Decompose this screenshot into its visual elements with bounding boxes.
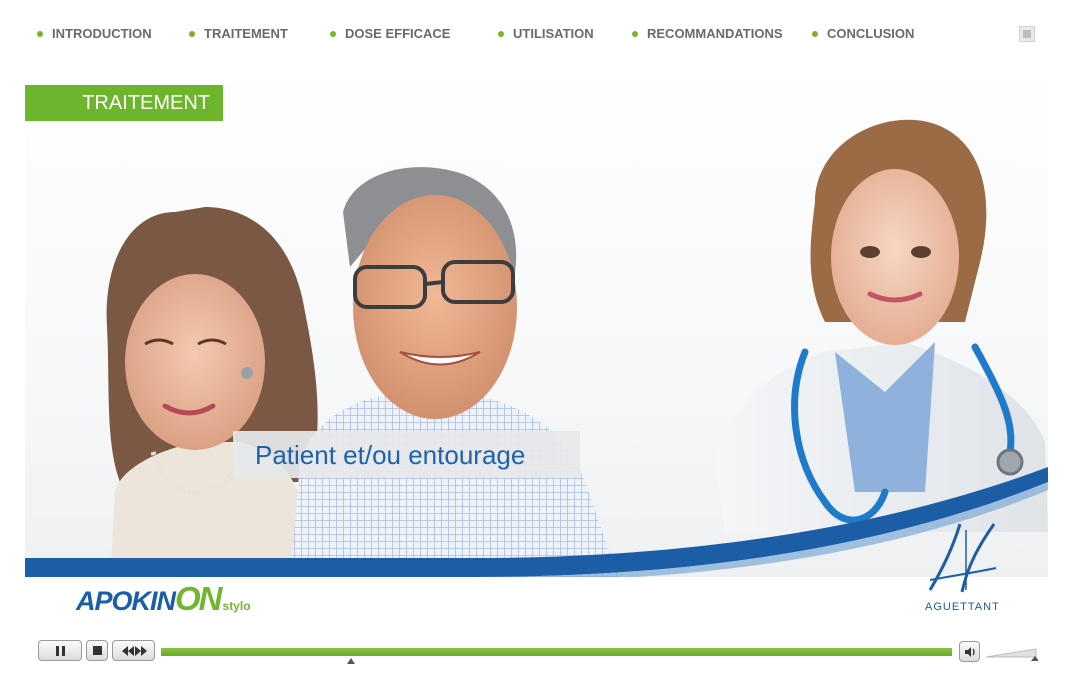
nav-item-label: INTRODUCTION <box>52 26 152 41</box>
woman-face <box>125 274 265 450</box>
logo-text-accent: ON <box>175 580 222 617</box>
stop-icon <box>93 646 102 655</box>
bullet-icon <box>330 30 336 37</box>
bullet-icon <box>812 30 818 37</box>
man-body <box>290 392 620 582</box>
bullet-icon <box>37 30 43 37</box>
top-navigation: INTRODUCTION TRAITEMENT DOSE EFFICACE UT… <box>0 0 1065 62</box>
bullet-icon <box>498 30 504 37</box>
logo-text-main: APOKIN <box>76 586 176 616</box>
apokinon-logo: APOKINON stylo <box>76 580 251 618</box>
people-photo <box>25 119 1048 582</box>
nav-item-conclusion[interactable]: CONCLUSION <box>812 26 914 41</box>
bullet-icon <box>632 30 638 37</box>
volume-button[interactable] <box>959 641 980 662</box>
doctor-face <box>831 169 959 345</box>
nav-item-label: DOSE EFFICACE <box>345 26 451 41</box>
slide-caption: Patient et/ou entourage <box>233 431 580 478</box>
rewind-forward-icon <box>122 646 147 656</box>
bullet-icon <box>189 30 195 37</box>
progress-fill <box>161 648 952 656</box>
nav-item-label: TRAITEMENT <box>204 26 288 41</box>
speaker-icon <box>965 647 975 657</box>
logo-text-suffix: stylo <box>222 599 251 613</box>
pause-button[interactable] <box>38 640 82 661</box>
nav-item-dose-efficace[interactable]: DOSE EFFICACE <box>330 26 450 41</box>
company-name: AGUETTANT <box>925 601 1000 613</box>
stop-button[interactable] <box>86 640 108 661</box>
seek-buttons[interactable] <box>112 640 155 661</box>
nav-item-label: UTILISATION <box>513 26 594 41</box>
chapter-marker[interactable] <box>347 658 355 664</box>
progress-bar[interactable] <box>161 648 952 656</box>
player-controls <box>0 636 1065 682</box>
nav-item-recommandations[interactable]: RECOMMANDATIONS <box>632 26 783 41</box>
pause-icon <box>56 646 65 656</box>
slide-area: TRAITEMENT Patient et/ou entourage APOKI… <box>25 62 1048 634</box>
nav-item-introduction[interactable]: INTRODUCTION <box>37 26 152 41</box>
aguettant-logo-icon <box>928 523 997 593</box>
nav-item-label: RECOMMANDATIONS <box>647 26 783 41</box>
nav-item-traitement[interactable]: TRAITEMENT <box>189 26 288 41</box>
nav-item-utilisation[interactable]: UTILISATION <box>498 26 594 41</box>
volume-slider[interactable] <box>986 647 1038 665</box>
fullscreen-icon[interactable] <box>1019 26 1035 42</box>
nav-item-label: CONCLUSION <box>827 26 915 41</box>
section-tag: TRAITEMENT <box>25 85 223 121</box>
